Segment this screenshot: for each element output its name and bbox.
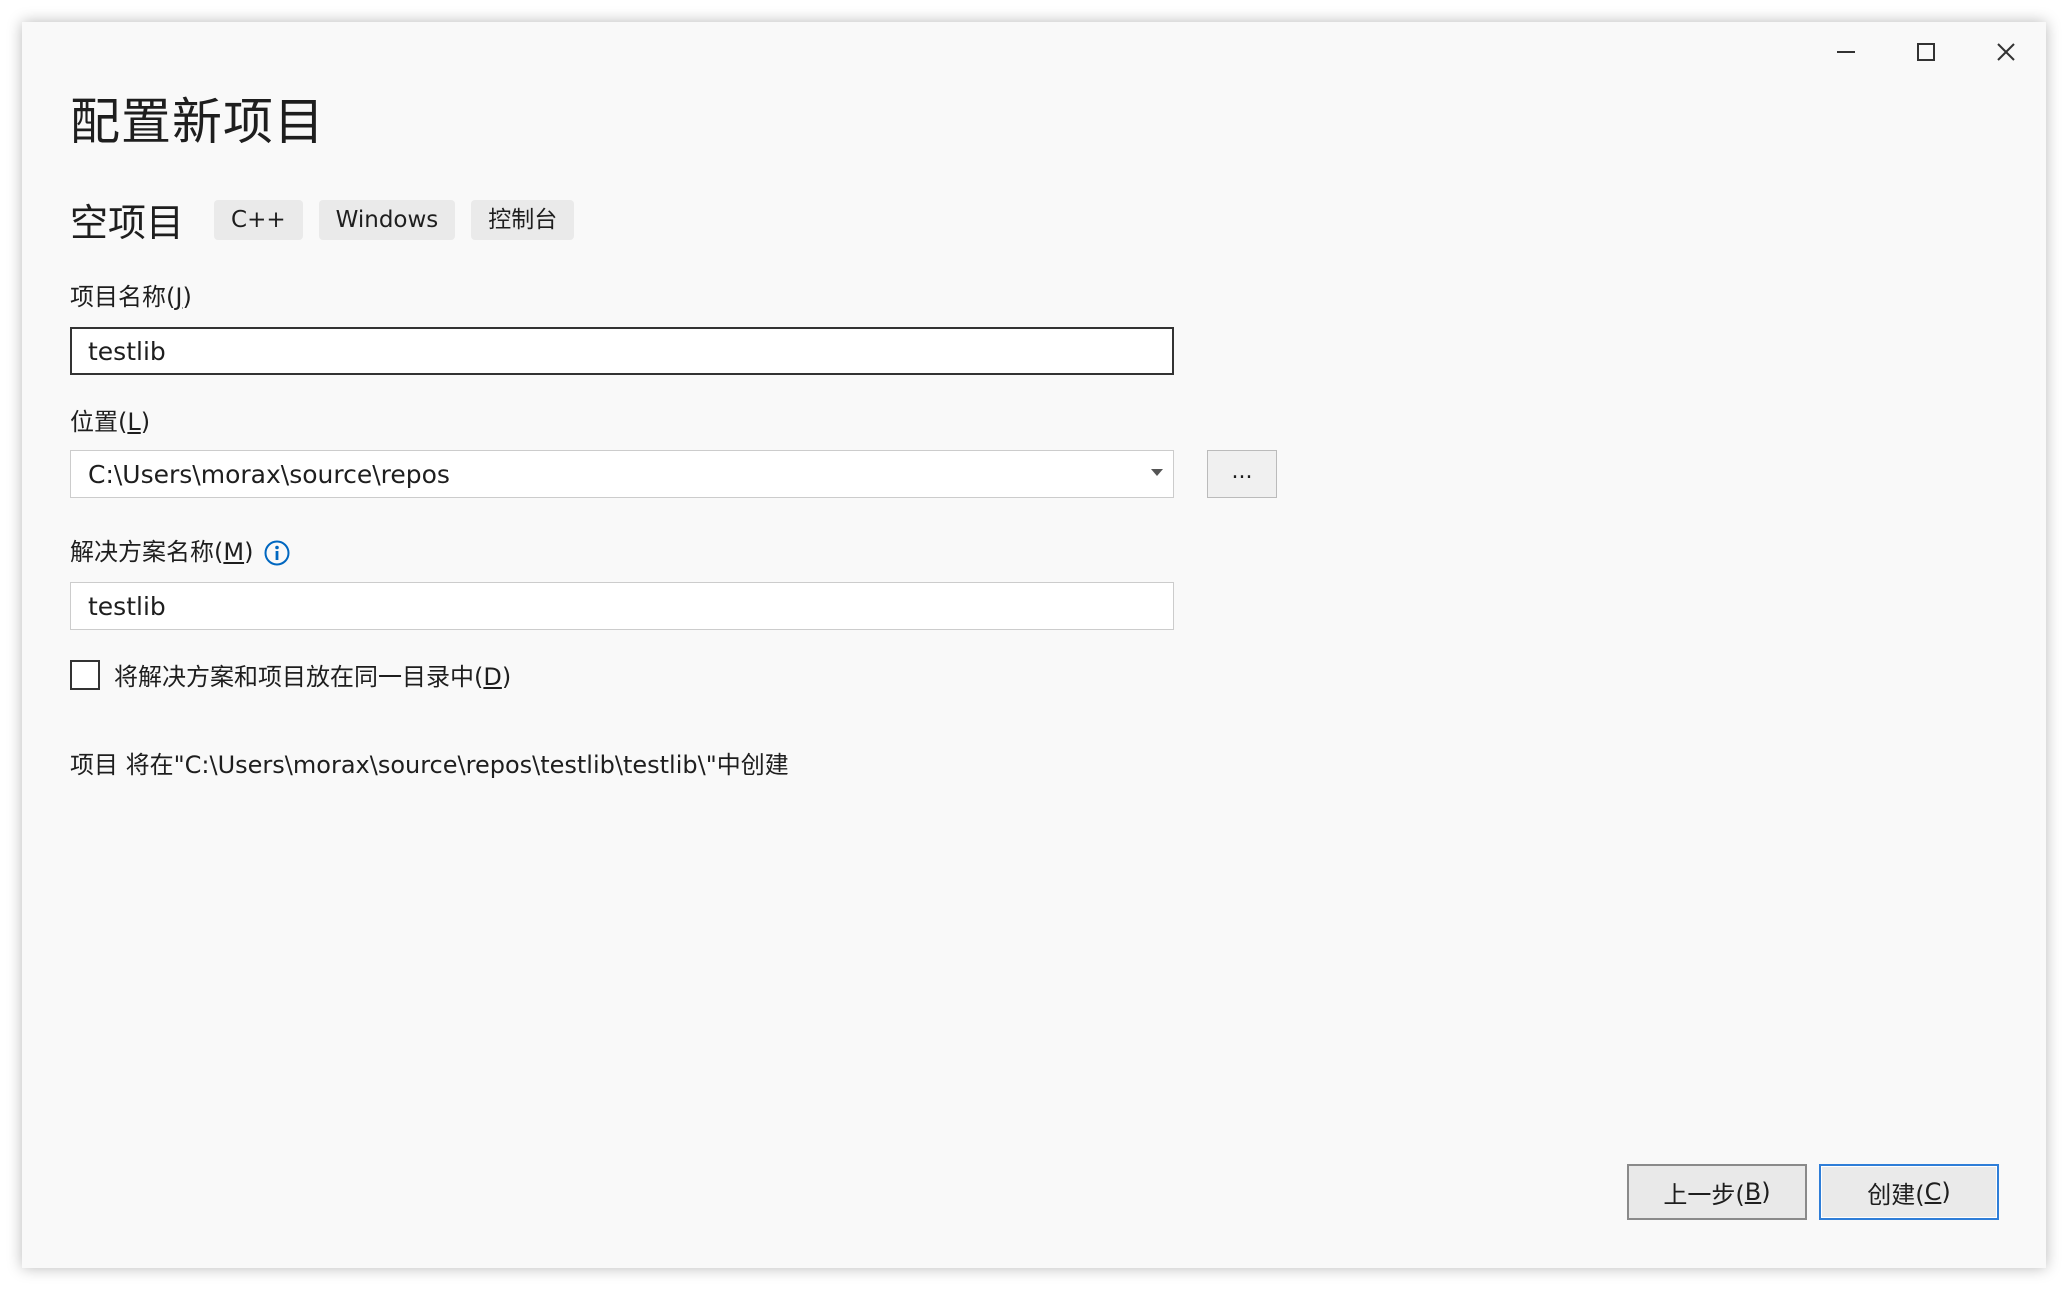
location-label: 位置(L) (70, 408, 151, 436)
template-name: 空项目 (70, 201, 185, 245)
browse-button[interactable]: ... (1207, 450, 1277, 498)
project-name-value: testlib (88, 336, 166, 366)
close-icon (1997, 43, 2015, 61)
project-name-label: 项目名称(J) (70, 283, 192, 311)
tag-windows: Windows (318, 199, 456, 240)
solution-name-label: 解决方案名称(M) (70, 532, 291, 567)
tag-console: 控制台 (471, 199, 575, 240)
browse-label: ... (1231, 458, 1253, 484)
solution-name-value: testlib (88, 591, 166, 621)
chevron-down-icon[interactable] (1151, 469, 1163, 476)
close-button[interactable] (1966, 22, 2046, 82)
window-controls (1806, 22, 2046, 82)
maximize-icon (1917, 43, 1935, 61)
same-directory-label: 将解决方案和项目放在同一目录中(D) (114, 663, 512, 691)
creation-path-summary: 项目 将在"C:\Users\morax\source\repos\testli… (70, 751, 789, 779)
project-name-input[interactable]: testlib (70, 327, 1174, 375)
configure-project-window: 配置新项目 空项目 C++ Windows 控制台 项目名称(J) testli… (22, 22, 2046, 1268)
location-value: C:\Users\morax\source\repos (88, 459, 450, 489)
solution-name-input[interactable]: testlib (70, 582, 1174, 630)
back-button[interactable]: 上一步(B) (1627, 1164, 1807, 1220)
same-directory-option[interactable]: 将解决方案和项目放在同一目录中(D) (70, 657, 511, 692)
page-title: 配置新项目 (70, 93, 325, 151)
location-combobox[interactable]: C:\Users\morax\source\repos (70, 450, 1174, 498)
info-icon[interactable] (263, 539, 291, 567)
template-header: 空项目 C++ Windows 控制台 (70, 192, 590, 247)
create-button[interactable]: 创建(C) (1819, 1164, 1999, 1220)
tag-cpp: C++ (214, 199, 303, 240)
maximize-button[interactable] (1886, 22, 1966, 82)
minimize-icon (1837, 51, 1855, 53)
minimize-button[interactable] (1806, 22, 1886, 82)
same-directory-checkbox[interactable] (70, 659, 100, 690)
